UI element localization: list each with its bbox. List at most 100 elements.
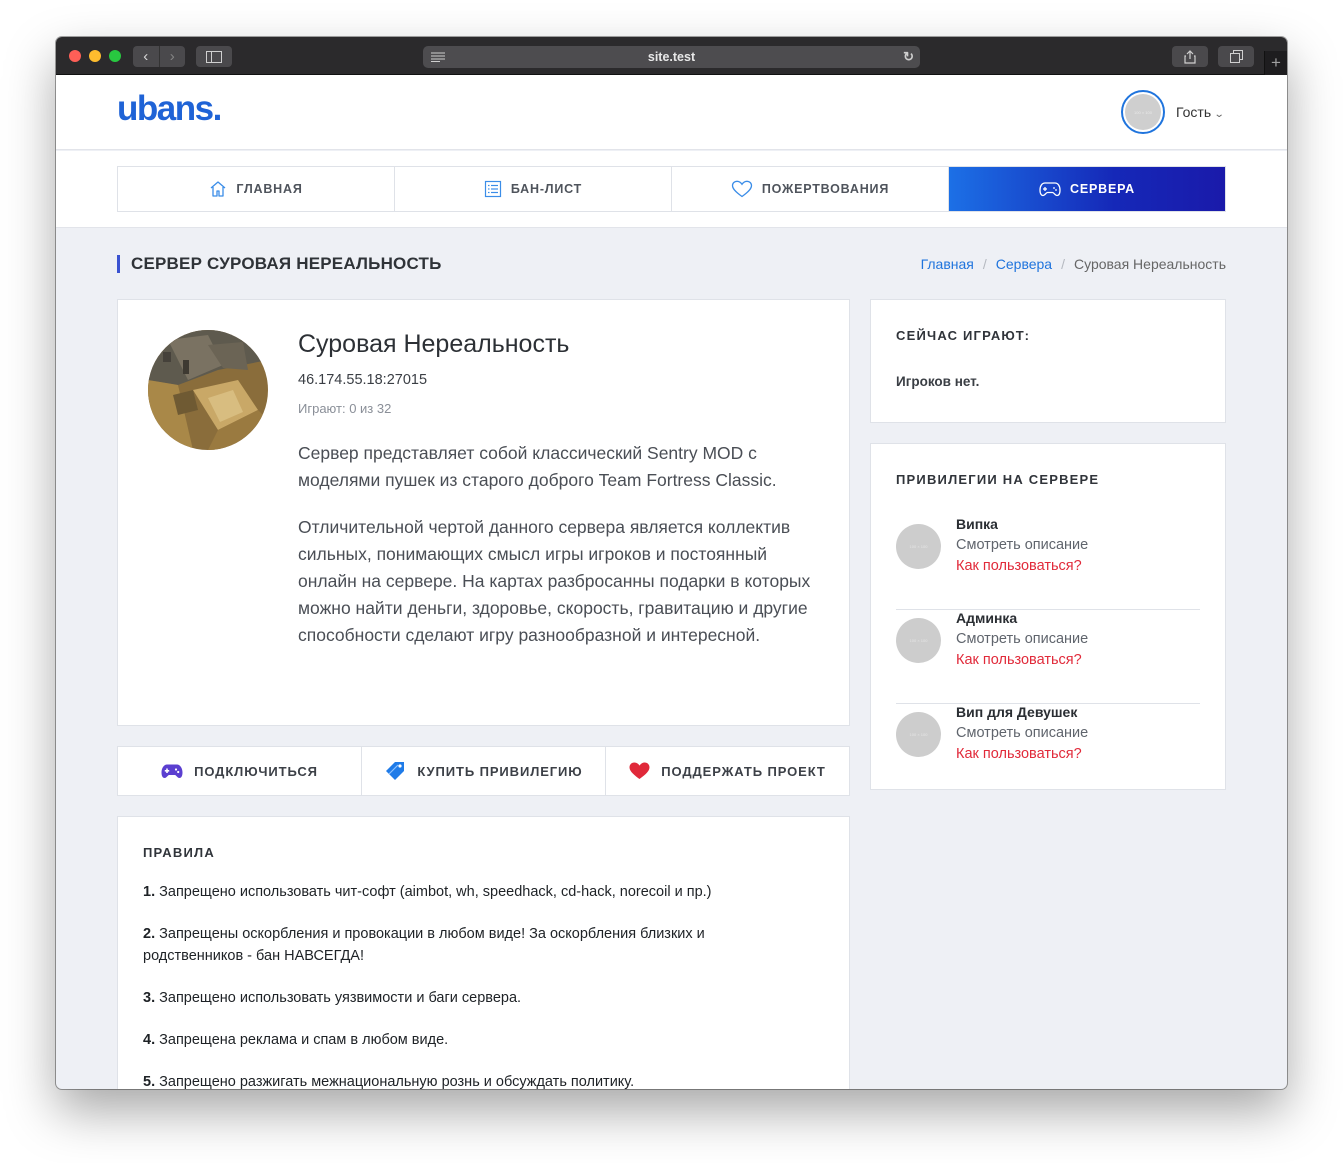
rule-number: 1.: [143, 884, 156, 900]
nav-tab-banlist[interactable]: БАН-ЛИСТ: [395, 167, 672, 211]
heart-icon: [731, 180, 753, 198]
heart-icon: [629, 762, 650, 779]
nav-tab-label: БАН-ЛИСТ: [510, 182, 583, 196]
privilege-avatar: 100 × 100: [896, 618, 941, 663]
nav-tab-home[interactable]: ГЛАВНАЯ: [118, 167, 395, 211]
browser-titlebar: ‹ › site.test ↻ +: [56, 37, 1287, 75]
forward-icon[interactable]: ›: [158, 46, 186, 67]
privilege-description-link[interactable]: Смотреть описание: [956, 631, 1088, 647]
rules-card: ПРАВИЛА 1. Запрещено использовать чит-со…: [117, 816, 850, 1089]
close-window-button[interactable]: [69, 50, 81, 62]
address-bar[interactable]: site.test ↻: [423, 46, 920, 68]
nav-tab-label: ГЛАВНАЯ: [236, 182, 303, 196]
show-tabs-button[interactable]: [1218, 46, 1254, 67]
server-info-card: Суровая Нереальность 46.174.55.18:27015 …: [117, 299, 850, 726]
url-text: site.test: [647, 50, 696, 64]
nav-tab-label: ПОЖЕРТВОВАНИЯ: [761, 182, 890, 196]
minimize-window-button[interactable]: [89, 50, 101, 62]
support-project-label: ПОДДЕРЖАТЬ ПРОЕКТ: [661, 763, 826, 779]
new-tab-button[interactable]: +: [1264, 51, 1287, 75]
rule-number: 4.: [143, 1032, 156, 1048]
page-title: СЕРВЕР СУРОВАЯ НЕРЕАЛЬНОСТЬ: [117, 255, 442, 273]
reader-icon[interactable]: [431, 52, 445, 62]
server-address: 46.174.55.18:27015: [298, 372, 428, 388]
rule-number: 3.: [143, 990, 156, 1006]
privilege-item: 100 × 100 Вип для Девушек Смотреть описа…: [896, 704, 1200, 798]
rule-item: 1. Запрещено использовать чит-софт (aimb…: [143, 881, 783, 903]
privilege-name: Админка: [956, 610, 1018, 626]
site-header: ubans. 100 × 100 Гость ⌄: [56, 75, 1287, 150]
rules-heading: ПРАВИЛА: [143, 845, 215, 860]
nav-tab-servers[interactable]: СЕРВЕРА: [949, 167, 1225, 211]
gamepad-icon: [161, 764, 183, 778]
rule-text: Запрещены оскорбления и провокации в люб…: [143, 926, 705, 964]
user-menu[interactable]: Гость ⌄: [1176, 104, 1225, 120]
sidebar-icon: [206, 50, 222, 63]
nav-tabs: ГЛАВНАЯ БАН-ЛИСТ ПОЖЕРТВОВАНИЯ СЕРВЕРА: [117, 166, 1226, 212]
privilege-howto-link[interactable]: Как пользоваться?: [956, 558, 1082, 574]
privilege-description-link[interactable]: Смотреть описание: [956, 537, 1088, 553]
privilege-item: 100 × 100 Админка Смотреть описание Как …: [896, 610, 1200, 704]
back-icon[interactable]: ‹: [133, 46, 159, 67]
privilege-item: 100 × 100 Випка Смотреть описание Как по…: [896, 516, 1200, 610]
breadcrumb-separator: /: [1061, 256, 1065, 272]
reload-icon[interactable]: ↻: [903, 49, 914, 65]
nav-tab-label: СЕРВЕРА: [1070, 182, 1135, 196]
privilege-name: Випка: [956, 516, 998, 532]
privileges-card: ПРИВИЛЕГИИ НА СЕРВЕРЕ 100 × 100 Випка См…: [870, 443, 1226, 790]
server-name: Суровая Нереальность: [298, 330, 570, 358]
tag-icon: [386, 762, 405, 780]
rule-text: Запрещено использовать уязвимости и баги…: [159, 990, 522, 1006]
privileges-heading: ПРИВИЛЕГИИ НА СЕРВЕРЕ: [896, 472, 1100, 487]
tabs-icon: [1229, 50, 1243, 63]
browser-window: ‹ › site.test ↻ + ubans. 100 × 100 Гость…: [56, 37, 1287, 1089]
rule-number: 5.: [143, 1074, 156, 1089]
buy-privilege-label: КУПИТЬ ПРИВИЛЕГИЮ: [417, 763, 583, 779]
rule-item: 2. Запрещены оскорбления и провокации в …: [143, 923, 783, 967]
history-nav: ‹ ›: [133, 46, 185, 67]
rule-item: 3. Запрещено использовать уязвимости и б…: [143, 987, 783, 1009]
sidebar-toggle-button[interactable]: [196, 46, 232, 67]
breadcrumb-home[interactable]: Главная: [921, 256, 974, 272]
server-actions: ПОДКЛЮЧИТЬСЯ КУПИТЬ ПРИВИЛЕГИЮ ПОДДЕРЖАТ…: [117, 746, 850, 796]
server-description: Сервер представляет собой классический S…: [298, 440, 828, 649]
share-icon: [1184, 49, 1196, 64]
privilege-name: Вип для Девушек: [956, 704, 1078, 720]
user-avatar[interactable]: 100 × 100: [1121, 90, 1165, 134]
user-name: Гость: [1176, 104, 1212, 120]
share-button[interactable]: [1172, 46, 1208, 67]
description-paragraph: Отличительной чертой данного сервера явл…: [298, 517, 811, 645]
site-logo[interactable]: ubans.: [117, 89, 222, 129]
main-nav: ГЛАВНАЯ БАН-ЛИСТ ПОЖЕРТВОВАНИЯ СЕРВЕРА: [56, 151, 1287, 228]
breadcrumb: Главная / Сервера / Суровая Нереальность: [921, 256, 1226, 272]
rule-item: 4. Запрещена реклама и спам в любом виде…: [143, 1029, 783, 1051]
privilege-howto-link[interactable]: Как пользоваться?: [956, 652, 1082, 668]
zoom-window-button[interactable]: [109, 50, 121, 62]
now-playing-heading: СЕЙЧАС ИГРАЮТ:: [896, 328, 1031, 343]
breadcrumb-servers[interactable]: Сервера: [996, 256, 1052, 272]
gamepad-icon: [1039, 182, 1061, 197]
rule-text: Запрещено разжигать межнациональную розн…: [159, 1074, 635, 1089]
now-playing-card: СЕЙЧАС ИГРАЮТ: Игроков нет.: [870, 299, 1226, 423]
rule-item: 5. Запрещено разжигать межнациональную р…: [143, 1071, 783, 1089]
avatar-placeholder: 100 × 100: [1125, 94, 1161, 130]
nav-tab-donations[interactable]: ПОЖЕРТВОВАНИЯ: [672, 167, 949, 211]
no-players-text: Игроков нет.: [896, 374, 980, 389]
rule-text: Запрещено использовать чит-софт (aimbot,…: [159, 884, 712, 900]
buy-privilege-button[interactable]: КУПИТЬ ПРИВИЛЕГИЮ: [362, 747, 606, 795]
privilege-description-link[interactable]: Смотреть описание: [956, 725, 1088, 741]
server-player-count: Играют: 0 из 32: [298, 401, 392, 416]
list-icon: [484, 180, 501, 198]
rule-text: Запрещена реклама и спам в любом виде.: [159, 1032, 449, 1048]
support-project-button[interactable]: ПОДДЕРЖАТЬ ПРОЕКТ: [606, 747, 849, 795]
breadcrumb-current: Суровая Нереальность: [1073, 256, 1226, 272]
connect-button[interactable]: ПОДКЛЮЧИТЬСЯ: [118, 747, 362, 795]
privilege-howto-link[interactable]: Как пользоваться?: [956, 746, 1082, 762]
rule-number: 2.: [143, 926, 156, 942]
breadcrumb-separator: /: [982, 256, 987, 272]
server-map-image: [148, 330, 268, 450]
connect-button-label: ПОДКЛЮЧИТЬСЯ: [194, 763, 318, 779]
chevron-down-icon: ⌄: [1213, 109, 1225, 120]
description-paragraph: Сервер представляет собой классический S…: [298, 443, 777, 490]
rules-list: 1. Запрещено использовать чит-софт (aimb…: [143, 881, 783, 1089]
